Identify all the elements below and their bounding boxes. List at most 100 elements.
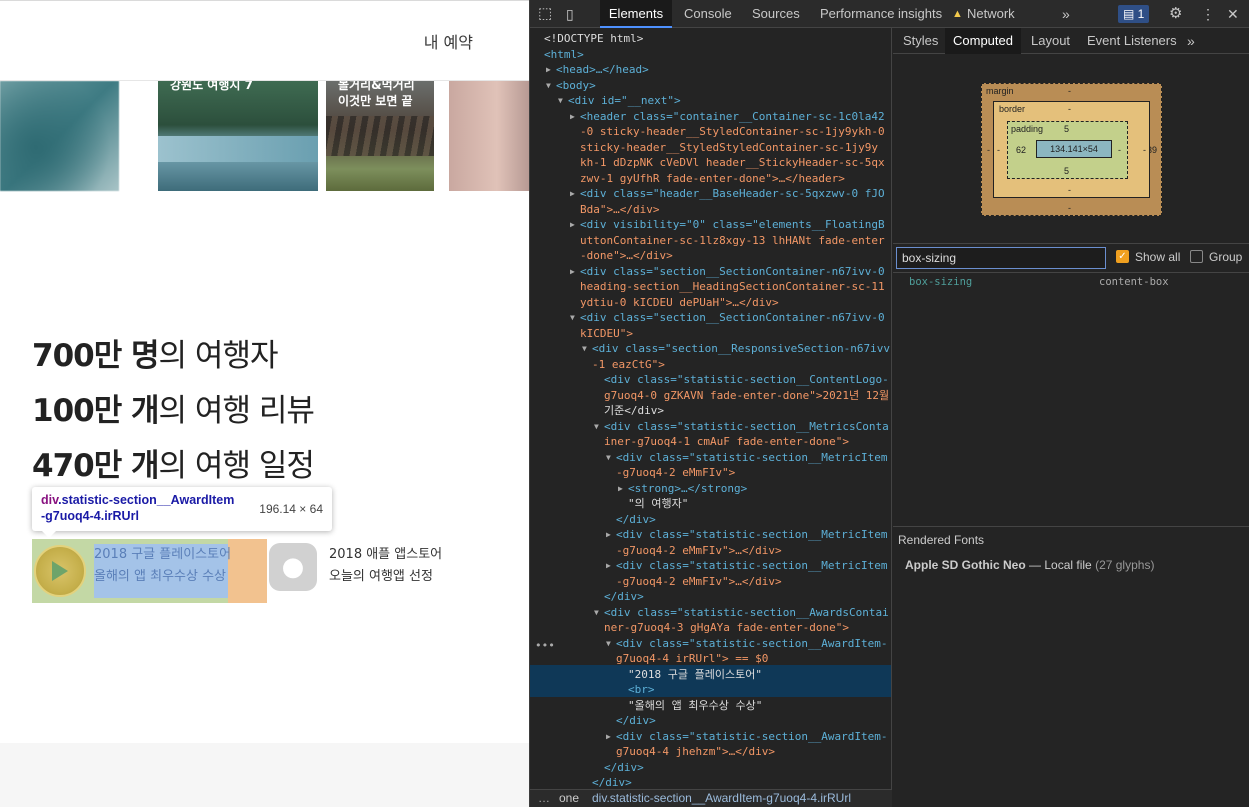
group-checkbox[interactable]	[1190, 250, 1203, 263]
tab-event-listeners[interactable]: Event Listeners	[1079, 28, 1185, 54]
travel-card-2[interactable]: 강원도 여행지 7	[158, 81, 318, 191]
dom-node-text: <div id="__next">	[568, 94, 681, 107]
collapse-arrow-icon[interactable]: ▼	[546, 78, 551, 94]
travel-card-3[interactable]: 볼거리&먹거리 이것만 보면 끝	[326, 81, 434, 191]
settings-gear-icon[interactable]: ⚙	[1169, 0, 1182, 28]
google-play-award-icon	[34, 545, 86, 597]
kebab-menu-icon[interactable]: ⋮	[1201, 0, 1215, 28]
collapse-arrow-icon[interactable]: ▼	[570, 310, 575, 326]
dom-node-text: </div>	[616, 714, 656, 727]
padding-bottom: 5	[1064, 166, 1070, 176]
collapse-arrow-icon[interactable]: ▼	[594, 419, 599, 435]
breadcrumb-item[interactable]: one	[559, 791, 579, 805]
tab-performance-insights[interactable]: Performance insights	[820, 0, 942, 28]
dom-node-text: <div class="statistic-section__AwardItem…	[616, 636, 888, 650]
more-sidebar-tabs-icon[interactable]: »	[1179, 28, 1203, 54]
device-toolbar-icon[interactable]: ▯	[566, 0, 574, 28]
expand-arrow-icon[interactable]: ▶	[606, 527, 611, 543]
collapse-arrow-icon[interactable]: ▼	[606, 636, 611, 652]
dom-node-text: "올해의 앱 최우수상 수상"	[628, 698, 763, 712]
collapse-arrow-icon[interactable]: ▼	[606, 450, 611, 466]
site-header: 내 예약	[0, 1, 529, 81]
travel-card-1[interactable]	[0, 81, 119, 191]
travel-card-4[interactable]	[449, 81, 529, 191]
collapse-arrow-icon[interactable]: ▼	[582, 341, 587, 357]
font-sep: —	[1025, 558, 1045, 572]
expand-arrow-icon[interactable]: ▶	[546, 62, 551, 78]
breadcrumb: … one div.statistic-section__AwardItem-g…	[530, 789, 892, 807]
margin-left: -	[987, 145, 990, 155]
footer-band	[0, 743, 529, 807]
show-all-checkbox[interactable]: ✓	[1116, 250, 1129, 263]
metric-item: 100만 개의 여행 리뷰	[32, 388, 315, 443]
breadcrumb-current[interactable]: div.statistic-section__AwardItem-g7uoq4-…	[592, 791, 851, 805]
dom-node-text: zwv-1 gyUfhR fade-enter-done">…</header>	[580, 171, 845, 185]
inspect-element-icon[interactable]: ⬚	[538, 0, 552, 28]
margin-bottom: -	[1068, 203, 1071, 213]
tab-elements[interactable]: Elements	[600, 0, 672, 28]
dom-node-text: </div>	[592, 776, 632, 789]
dom-node-text: 기준</div>	[604, 404, 664, 417]
collapse-arrow-icon[interactable]: ▼	[558, 93, 563, 109]
margin-label: margin	[986, 86, 1014, 96]
tab-computed[interactable]: Computed	[945, 28, 1021, 54]
dom-node-text: <div class="statistic-section__MetricIte…	[616, 528, 888, 541]
tooltip-size: 196.14 × 64	[259, 502, 323, 516]
dom-node-text: <br>	[628, 683, 655, 696]
tab-network[interactable]: Network	[967, 0, 1015, 28]
dom-node-text: <div class="section__ResponsiveSection-n…	[592, 342, 891, 355]
margin-top: -	[1068, 86, 1071, 96]
breadcrumb-more-icon[interactable]: …	[538, 791, 550, 805]
inspect-tooltip: div.statistic-section__AwardItem -g7uoq4…	[32, 487, 332, 538]
card-caption: 강원도 여행지 7	[170, 81, 253, 92]
metric-label: 의 여행 리뷰	[158, 393, 315, 429]
computed-property-name[interactable]: box-sizing	[909, 276, 972, 288]
dom-node-text: <div class="statistic-section__MetricsCo…	[604, 419, 889, 433]
tab-sources[interactable]: Sources	[752, 0, 800, 28]
expand-arrow-icon[interactable]: ▶	[570, 264, 575, 280]
metric-label: 의 여행 일정	[158, 448, 315, 484]
dom-node-text: g7uoq4-4 jhehzm">…</div>	[616, 745, 775, 758]
expand-arrow-icon[interactable]: ▶	[618, 481, 623, 497]
award-line2: 오늘의 여행앱 선정	[329, 569, 433, 584]
card-caption: 볼거리&먹거리	[338, 81, 415, 92]
metric-value: 470만 개	[32, 448, 160, 484]
award-line1: 2018 애플 앱스토어	[329, 547, 443, 562]
dom-node-text: <div class="statistic-section__AwardItem…	[616, 729, 888, 743]
font-glyphs: (27 glyphs)	[1095, 558, 1155, 572]
dom-node-text: uttonContainer-sc-1lz8xgy-13 lhHANt fade…	[580, 233, 885, 247]
dom-node-text: -g7uoq4-2 eMmFIv">	[616, 466, 736, 479]
expand-arrow-icon[interactable]: ▶	[570, 217, 575, 233]
expand-arrow-icon[interactable]: ▶	[606, 729, 611, 745]
issues-badge[interactable]: ▤ 1	[1118, 5, 1150, 23]
dom-node-text: Bda">…</div>	[580, 202, 660, 216]
computed-filter-input[interactable]: box-sizing	[896, 247, 1106, 269]
elements-tree: <!DOCTYPE html> <html> ▶ <head>…</head> ▼ <bo…	[530, 28, 892, 789]
dom-node-text: sticky-header__StyledStyledContainer-sc-…	[580, 140, 879, 154]
rendered-font-row: Apple SD Gothic Neo — Local file (27 gly…	[905, 558, 1154, 572]
dom-node-text: <strong>…</strong>	[628, 481, 748, 495]
my-reservation-link[interactable]: 내 예약	[424, 29, 473, 53]
expand-arrow-icon[interactable]: ▶	[570, 109, 575, 125]
border-right: -	[1143, 145, 1146, 155]
dom-node-text: <div class="header__BaseHeader-sc-5qxzwv…	[580, 187, 885, 200]
font-source: Local file	[1044, 558, 1092, 572]
computed-sidebar: Styles Computed Layout Event Listeners »…	[893, 28, 1249, 807]
expand-arrow-icon[interactable]: ▶	[570, 186, 575, 202]
dom-node-text: "의 여행자"	[628, 497, 689, 510]
expand-arrow-icon[interactable]: ▶	[606, 558, 611, 574]
dom-node-text: iner-g7uoq4-1 cmAuF fade-enter-done">	[604, 435, 850, 448]
close-devtools-icon[interactable]: ✕	[1227, 0, 1239, 28]
border-left: -	[997, 145, 1000, 155]
tab-layout[interactable]: Layout	[1023, 28, 1078, 54]
node-actions-icon[interactable]: •••	[535, 639, 555, 652]
sidebar-tabs: Styles Computed Layout Event Listeners »	[893, 28, 1249, 54]
more-tabs-icon[interactable]: »	[1062, 0, 1070, 28]
tab-console[interactable]: Console	[684, 0, 732, 28]
collapse-arrow-icon[interactable]: ▼	[594, 605, 599, 621]
padding-label: padding	[1011, 124, 1044, 134]
tooltip-class: .statistic-section__AwardItem	[58, 493, 235, 507]
award-line2: 올해의 앱 최우수상 수상	[94, 569, 226, 584]
dom-node-text: </div>	[604, 760, 644, 774]
tab-styles[interactable]: Styles	[895, 28, 946, 54]
